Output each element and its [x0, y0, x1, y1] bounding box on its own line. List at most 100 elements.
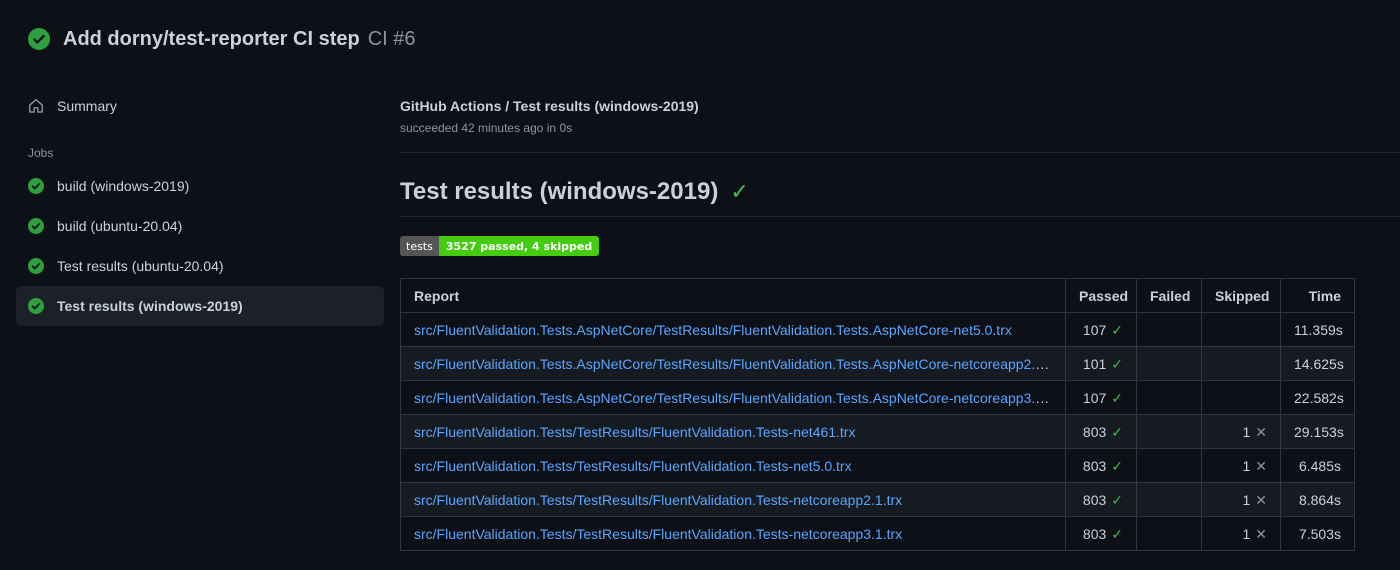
check-circle-success-icon [28, 258, 44, 274]
check-circle-success-icon [28, 178, 44, 194]
time-cell: 7.503s [1280, 516, 1355, 551]
report-cell: src/FluentValidation.Tests.AspNetCore/Te… [400, 346, 1066, 381]
table-row: src/FluentValidation.Tests/TestResults/F… [400, 516, 1355, 551]
report-cell: src/FluentValidation.Tests/TestResults/F… [400, 448, 1066, 483]
run-title: Add dorny/test-reporter CI step CI #6 [63, 26, 416, 52]
failed-cell [1136, 312, 1202, 347]
time-cell: 22.582s [1280, 380, 1355, 415]
time-cell: 8.864s [1280, 482, 1355, 517]
column-header-skipped: Skipped [1201, 278, 1281, 313]
column-header-passed: Passed [1065, 278, 1137, 313]
skipped-cell: 1 ✕ [1201, 516, 1281, 551]
failed-cell [1136, 448, 1202, 483]
passed-cell: 803 ✓ [1065, 516, 1137, 551]
tests-badge-value: 3527 passed, 4 skipped [438, 236, 600, 256]
passed-check-icon: ✓ [1111, 491, 1123, 508]
report-link[interactable]: src/FluentValidation.Tests/TestResults/F… [414, 526, 902, 542]
report-link[interactable]: src/FluentValidation.Tests/TestResults/F… [414, 492, 902, 508]
report-cell: src/FluentValidation.Tests/TestResults/F… [400, 482, 1066, 517]
skipped-cell: 1 ✕ [1201, 448, 1281, 483]
time-cell: 29.153s [1280, 414, 1355, 449]
skipped-cell: 1 ✕ [1201, 482, 1281, 517]
skipped-cell [1201, 380, 1281, 415]
sidebar-item-summary[interactable]: Summary [16, 92, 384, 120]
run-header: Add dorny/test-reporter CI step CI #6 [0, 0, 1400, 68]
report-cell: src/FluentValidation.Tests/TestResults/F… [400, 516, 1066, 551]
sidebar-item-label: Test results (windows-2019) [57, 298, 243, 314]
passed-cell: 107 ✓ [1065, 312, 1137, 347]
check-run-status: succeeded 42 minutes ago in 0s [400, 121, 573, 135]
passed-check-icon: ✓ [1111, 355, 1123, 372]
report-table: Report Passed Failed Skipped Time src/Fl… [400, 278, 1355, 551]
report-cell: src/FluentValidation.Tests.AspNetCore/Te… [400, 380, 1066, 415]
table-row: src/FluentValidation.Tests/TestResults/F… [400, 448, 1355, 483]
report-link[interactable]: src/FluentValidation.Tests/TestResults/F… [414, 458, 852, 474]
run-number: CI #6 [367, 28, 416, 50]
jobs-section-label: Jobs [28, 146, 54, 160]
section-heading-text: Test results (windows-2019) [400, 178, 719, 205]
skipped-cross-icon: ✕ [1255, 525, 1267, 542]
sidebar-item-build-windows-2019[interactable]: build (windows-2019) [16, 166, 384, 206]
table-row: src/FluentValidation.Tests.AspNetCore/Te… [400, 346, 1355, 381]
passed-check-icon: ✓ [1111, 423, 1123, 440]
check-circle-success-icon [28, 28, 50, 50]
sidebar-item-test-results-ubuntu-2004[interactable]: Test results (ubuntu-20.04) [16, 246, 384, 286]
sidebar-item-label: Test results (ubuntu-20.04) [57, 258, 224, 274]
section-heading: Test results (windows-2019) ✓ [400, 177, 1400, 207]
table-row: src/FluentValidation.Tests/TestResults/F… [400, 482, 1355, 517]
skipped-cell [1201, 312, 1281, 347]
failed-cell [1136, 414, 1202, 449]
divider [400, 152, 1400, 153]
time-cell: 14.625s [1280, 346, 1355, 381]
report-link[interactable]: src/FluentValidation.Tests.AspNetCore/Te… [414, 356, 1062, 372]
passed-cell: 101 ✓ [1065, 346, 1137, 381]
passed-check-icon: ✓ [1111, 321, 1123, 338]
skipped-cell [1201, 346, 1281, 381]
check-circle-success-icon [28, 218, 44, 234]
divider [400, 216, 1400, 217]
check-circle-success-icon [28, 298, 44, 314]
heading-check-icon: ✓ [730, 179, 749, 204]
failed-cell [1136, 482, 1202, 517]
tests-badge: tests 3527 passed, 4 skipped [400, 236, 600, 256]
passed-cell: 803 ✓ [1065, 414, 1137, 449]
table-row: src/FluentValidation.Tests/TestResults/F… [400, 414, 1355, 449]
failed-cell [1136, 380, 1202, 415]
report-cell: src/FluentValidation.Tests.AspNetCore/Te… [400, 312, 1066, 347]
passed-cell: 803 ✓ [1065, 482, 1137, 517]
failed-cell [1136, 346, 1202, 381]
sidebar-item-label: build (ubuntu-20.04) [57, 218, 183, 234]
table-header-row: Report Passed Failed Skipped Time [400, 278, 1355, 313]
table-row: src/FluentValidation.Tests.AspNetCore/Te… [400, 380, 1355, 415]
skipped-cross-icon: ✕ [1255, 457, 1267, 474]
passed-check-icon: ✓ [1111, 525, 1123, 542]
report-cell: src/FluentValidation.Tests/TestResults/F… [400, 414, 1066, 449]
report-link[interactable]: src/FluentValidation.Tests/TestResults/F… [414, 424, 855, 440]
passed-check-icon: ✓ [1111, 389, 1123, 406]
report-link[interactable]: src/FluentValidation.Tests.AspNetCore/Te… [414, 322, 1012, 338]
check-run-title: GitHub Actions / Test results (windows-2… [400, 98, 699, 114]
sidebar-item-build-ubuntu-2004[interactable]: build (ubuntu-20.04) [16, 206, 384, 246]
table-row: src/FluentValidation.Tests.AspNetCore/Te… [400, 312, 1355, 347]
main-content: GitHub Actions / Test results (windows-2… [400, 68, 1400, 551]
home-icon [28, 98, 44, 114]
column-header-time: Time [1280, 278, 1355, 313]
skipped-cross-icon: ✕ [1255, 491, 1267, 508]
sidebar-summary-label: Summary [57, 98, 117, 114]
column-header-failed: Failed [1136, 278, 1202, 313]
passed-cell: 803 ✓ [1065, 448, 1137, 483]
passed-cell: 107 ✓ [1065, 380, 1137, 415]
run-title-text: Add dorny/test-reporter CI step [63, 28, 360, 50]
report-link[interactable]: src/FluentValidation.Tests.AspNetCore/Te… [414, 390, 1062, 406]
sidebar: Summary Jobs build (windows-2019) build … [0, 68, 400, 326]
column-header-report: Report [400, 278, 1066, 313]
tests-badge-label: tests [400, 236, 439, 256]
time-cell: 11.359s [1280, 312, 1355, 347]
skipped-cross-icon: ✕ [1255, 423, 1267, 440]
time-cell: 6.485s [1280, 448, 1355, 483]
sidebar-item-label: build (windows-2019) [57, 178, 190, 194]
skipped-cell: 1 ✕ [1201, 414, 1281, 449]
failed-cell [1136, 516, 1202, 551]
sidebar-item-test-results-windows-2019[interactable]: Test results (windows-2019) [16, 286, 384, 326]
passed-check-icon: ✓ [1111, 457, 1123, 474]
